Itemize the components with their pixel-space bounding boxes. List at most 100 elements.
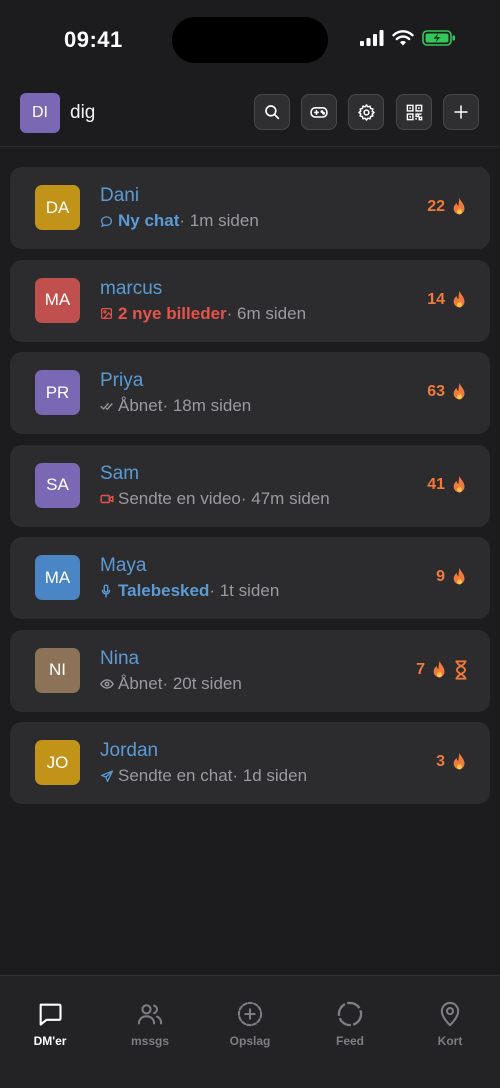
tab-opslag[interactable]: Opslag (200, 1000, 300, 1048)
profile-avatar[interactable]: DI (20, 93, 60, 133)
flame-icon (453, 197, 465, 215)
tab-kort[interactable]: Kort (400, 1000, 500, 1048)
bottom-tab-bar: DM'er mssgs Opslag Feed Kort (0, 975, 500, 1088)
streak-count: 7 (416, 660, 425, 678)
chat-status: Sendte en chat · 1d siden (100, 766, 307, 786)
streak: 22 (427, 197, 468, 217)
profile-username[interactable]: dig (70, 102, 95, 124)
tab-label: Feed (335, 1034, 364, 1048)
map-pin-icon (440, 1001, 460, 1027)
signal-icon (360, 30, 384, 46)
double-check-icon (100, 400, 114, 412)
streak: 14 (427, 290, 468, 310)
avatar[interactable]: PR (35, 370, 80, 415)
microphone-icon (100, 584, 114, 598)
contact-name: Jordan (100, 740, 159, 761)
contact-name: Sam (100, 462, 140, 484)
flame-icon (453, 290, 465, 307)
chat-status: Sendte en video · 47m siden (100, 489, 330, 509)
status-time: · 20t siden (162, 673, 242, 693)
add-button[interactable] (443, 94, 479, 130)
status-label: Talebesked (118, 581, 210, 600)
send-arrow-icon (100, 769, 114, 783)
avatar[interactable]: JO (35, 740, 80, 785)
status-time: · 1t siden (209, 581, 280, 600)
chat-row[interactable]: DA Dani Ny chat · 1m siden 22 (10, 167, 490, 249)
video-icon (100, 493, 114, 505)
streak-count: 63 (427, 383, 445, 400)
tab-label: DM'er (33, 1034, 67, 1048)
streak: 9 (436, 567, 468, 587)
status-label: Ny chat (118, 211, 180, 230)
wifi-icon (392, 30, 414, 46)
hourglass-icon (455, 659, 467, 680)
plus-icon (454, 105, 468, 119)
contact-name: Priya (100, 370, 144, 391)
streak: 41 (427, 475, 468, 495)
avatar[interactable]: NI (35, 647, 80, 693)
avatar[interactable]: DA (35, 185, 80, 230)
tab-dms[interactable]: DM'er (0, 1000, 100, 1048)
flame-icon (453, 752, 465, 770)
chat-row[interactable]: MA marcus 2 nye billeder · 6m siden 14 (10, 259, 490, 342)
flame-icon (453, 382, 465, 400)
image-icon (100, 307, 114, 320)
status-label: 2 nye billeder (118, 303, 227, 323)
chat-row[interactable]: SA Sam Sendte en video · 47m siden 41 (10, 444, 490, 527)
contact-name: Dani (100, 185, 140, 206)
dynamic-island (172, 17, 328, 63)
battery-icon (422, 30, 455, 46)
streak-count: 22 (427, 198, 445, 215)
circle-icon (337, 1001, 363, 1027)
chat-row[interactable]: JO Jordan Sendte en chat · 1d siden 3 (10, 722, 490, 804)
chat-status: Åbnet · 20t siden (100, 674, 242, 694)
gamepad-icon (310, 107, 328, 118)
contact-name: Nina (100, 647, 140, 669)
tab-label: Kort (437, 1034, 463, 1048)
status-icons (360, 30, 456, 46)
chat-bubble-icon (39, 1003, 62, 1026)
contact-name: marcus (100, 277, 163, 299)
avatar[interactable]: MA (35, 555, 80, 600)
search-icon (265, 105, 280, 120)
streak: 63 (427, 382, 468, 402)
games-button[interactable] (301, 94, 337, 130)
tab-label: mssgs (130, 1034, 170, 1048)
streak: 3 (436, 752, 468, 772)
status-time: · 1d siden (232, 766, 308, 785)
chat-row[interactable]: PR Priya Åbnet · 18m siden 63 (10, 352, 490, 434)
streak-count: 3 (436, 753, 445, 770)
status-label: Åbnet (118, 396, 163, 415)
flame-icon (453, 475, 465, 492)
eye-icon (100, 678, 114, 690)
streak-count: 41 (427, 475, 445, 493)
chat-bubble-icon (100, 215, 114, 228)
status-time: · 18m siden (162, 396, 252, 415)
avatar[interactable]: SA (35, 462, 80, 508)
avatar[interactable]: MA (35, 277, 80, 323)
status-label: Sendte en chat (118, 766, 233, 785)
tab-mssgs[interactable]: mssgs (100, 1000, 200, 1048)
status-time: · 6m siden (226, 303, 307, 323)
tab-feed[interactable]: Feed (300, 1000, 400, 1048)
settings-button[interactable] (348, 94, 384, 130)
chat-row[interactable]: MA Maya Talebesked · 1t siden 9 (10, 537, 490, 619)
qr-code-icon (406, 104, 422, 120)
status-time: · 1m siden (179, 211, 259, 230)
users-icon (137, 1004, 163, 1025)
flame-icon (453, 567, 465, 585)
chat-status: Talebesked · 1t siden (100, 581, 279, 601)
chat-status: Ny chat · 1m siden (100, 211, 259, 231)
tab-label: Opslag (229, 1034, 271, 1048)
qr-code-button[interactable] (396, 94, 432, 130)
status-label: Sendte en video (118, 488, 241, 508)
streak-count: 14 (427, 290, 445, 308)
chat-row[interactable]: NI Nina Åbnet · 20t siden 7 (10, 629, 490, 712)
gear-icon (357, 103, 375, 121)
plus-circle-icon (237, 1001, 263, 1027)
streak: 7 (416, 659, 468, 680)
contact-name: Maya (100, 555, 147, 576)
status-bar: 09:41 (0, 0, 500, 80)
top-header: DI dig (0, 80, 500, 147)
search-button[interactable] (254, 94, 290, 130)
